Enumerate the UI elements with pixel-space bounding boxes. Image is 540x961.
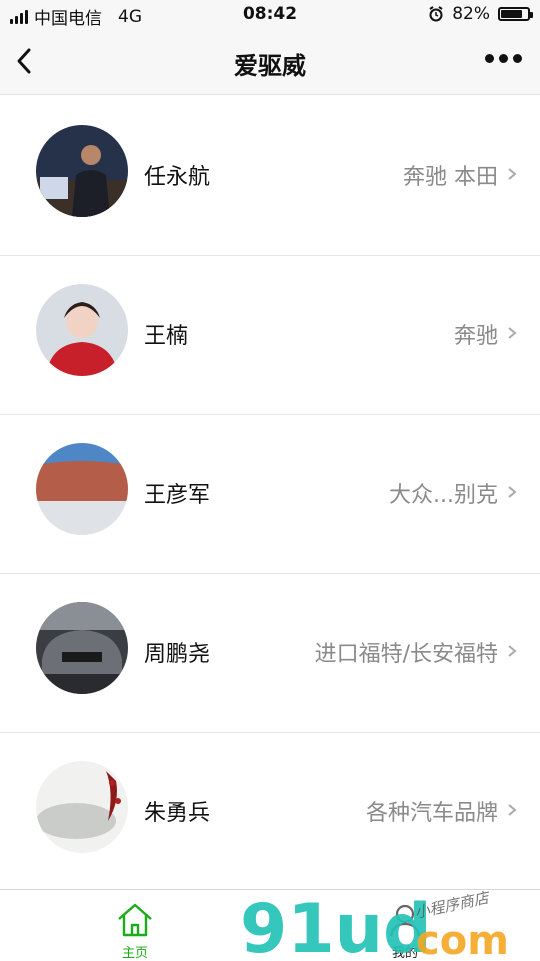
battery-info: 82% — [428, 4, 533, 24]
home-icon — [118, 903, 152, 937]
tab-home-label: 主页 — [121, 946, 148, 961]
page-title: 爱驱威 — [234, 52, 306, 80]
list-item[interactable]: 王彦军 大众...别克 — [0, 415, 540, 574]
avatar — [36, 125, 128, 217]
dealer-list: 任永航 奔驰 本田 王楠 奔驰 王彦军 大众...别克 周鹏尧 进口福特/长安福… — [0, 97, 540, 892]
list-item[interactable]: 朱勇兵 各种汽车品牌 — [0, 733, 540, 892]
avatar — [36, 761, 128, 853]
avatar — [36, 443, 128, 535]
chevron-right-icon — [508, 486, 517, 498]
dealer-brands: 各种汽车品牌 — [365, 801, 498, 826]
dealer-brands: 奔驰 本田 — [403, 165, 498, 190]
list-item[interactable]: 王楠 奔驰 — [0, 256, 540, 415]
nav-bar: 爱驱威 — [0, 32, 540, 95]
list-item[interactable]: 任永航 奔驰 本田 — [0, 97, 540, 256]
tab-bar: 主页 我的 — [0, 889, 540, 961]
more-dot-icon — [485, 54, 494, 63]
more-dot-icon — [513, 54, 522, 63]
dealer-name: 任永航 — [144, 165, 211, 190]
more-menu-button[interactable] — [485, 54, 522, 63]
status-bar: 中国电信 4G 08:42 82% — [0, 0, 540, 32]
battery-percent: 82% — [452, 4, 490, 24]
chevron-right-icon — [508, 327, 517, 339]
tab-mine-label: 我的 — [391, 946, 418, 961]
dealer-brands: 进口福特/长安福特 — [314, 642, 498, 667]
battery-fill — [501, 10, 522, 18]
list-item[interactable]: 周鹏尧 进口福特/长安福特 — [0, 574, 540, 733]
dealer-brands: 奔驰 — [453, 324, 498, 349]
avatar — [36, 602, 128, 694]
avatar — [36, 284, 128, 376]
user-icon — [389, 904, 421, 937]
battery-icon — [498, 7, 533, 21]
alarm-icon — [429, 6, 443, 22]
chevron-right-icon — [508, 168, 517, 180]
dealer-brands: 大众...别克 — [389, 483, 498, 508]
dealer-name: 王楠 — [144, 324, 189, 349]
more-dot-icon — [499, 54, 508, 63]
dealer-name: 朱勇兵 — [144, 801, 211, 826]
tab-home[interactable]: 主页 — [85, 890, 185, 961]
chevron-right-icon — [508, 645, 517, 657]
tab-mine[interactable]: 我的 — [355, 890, 455, 961]
dealer-name: 周鹏尧 — [144, 642, 211, 667]
dealer-name: 王彦军 — [144, 483, 211, 508]
chevron-right-icon — [508, 804, 517, 816]
